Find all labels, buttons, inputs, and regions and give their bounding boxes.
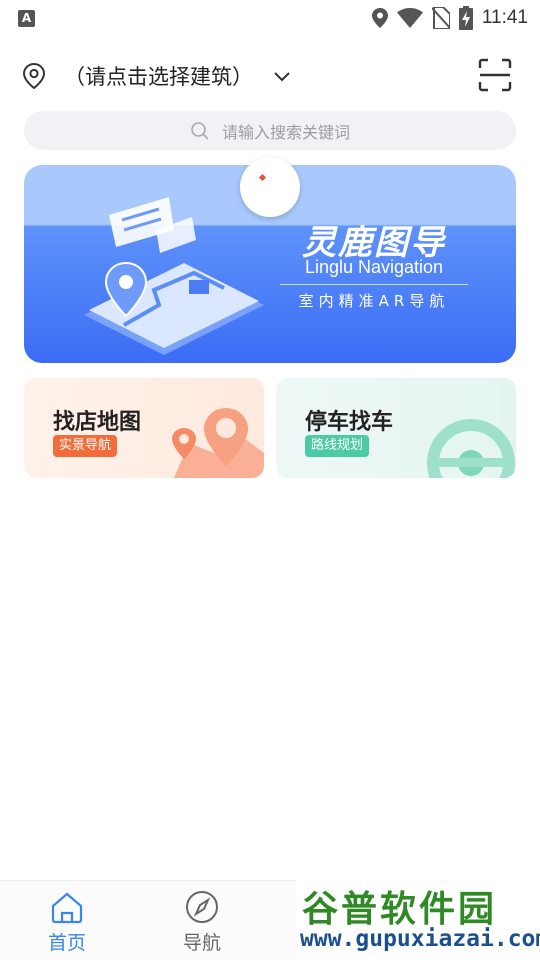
location-status-icon [371, 8, 388, 28]
banner-subtitle-en: Linglu Navigation [304, 257, 444, 277]
map-pin-icon [172, 408, 264, 478]
location-pin-icon[interactable] [22, 63, 46, 89]
banner-subtitle-cn: 室内精准AR导航 [298, 292, 450, 310]
card-title: 停车找车 [305, 410, 394, 435]
building-placeholder: （请点击选择建筑） [64, 65, 253, 89]
nav-item-home[interactable]: 首页 [27, 887, 107, 957]
status-time: 11:41 [481, 7, 528, 28]
watermark-url: www.gupuxiazai.com [300, 926, 540, 952]
steering-wheel-icon [427, 419, 515, 478]
scan-icon[interactable] [478, 58, 512, 92]
battery-charging-icon [458, 6, 473, 30]
card-badge: 路线规划 [305, 435, 370, 457]
search-input[interactable]: 请输入搜索关键词 [24, 111, 516, 150]
card-title: 找店地图 [53, 410, 142, 435]
nav-label-navigation: 导航 [182, 932, 221, 954]
nav-label-home: 首页 [47, 932, 86, 954]
building-selector[interactable]: （请点击选择建筑） [64, 58, 293, 94]
no-sim-icon [431, 7, 450, 29]
search-placeholder: 请输入搜索关键词 [221, 122, 350, 142]
parking-finder-card[interactable]: 停车找车 路线规划 [276, 378, 516, 478]
watermark-name: 谷普软件园 [302, 889, 498, 930]
home-icon [51, 892, 83, 924]
search-icon [191, 121, 209, 140]
banner-divider [280, 284, 468, 285]
card-badge: 实景导航 [53, 435, 118, 457]
chevron-down-icon [274, 72, 290, 82]
status-icons: 11:41 [371, 6, 528, 30]
nav-item-navigation[interactable]: 导航 [162, 887, 242, 957]
status-bar: A 11:41 [0, 0, 540, 36]
wifi-icon [396, 8, 423, 28]
watermark: 谷普软件园 www.gupuxiazai.com [296, 876, 540, 960]
compass-icon [186, 891, 218, 923]
floating-indicator [240, 157, 300, 217]
app-notification-icon: A [18, 10, 35, 27]
store-map-card[interactable]: 找店地图 实景导航 [24, 378, 264, 478]
